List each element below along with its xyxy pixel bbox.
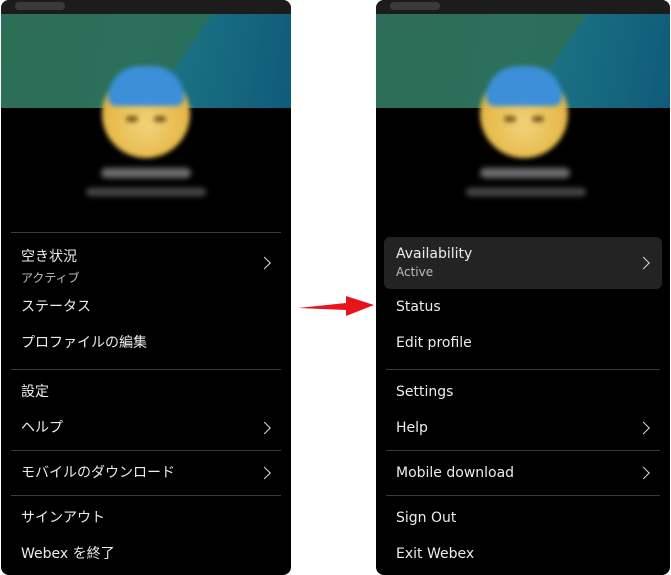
help-menu-item[interactable]: ヘルプ (9, 410, 283, 446)
menu-divider (386, 495, 660, 496)
settings-menu-item[interactable]: 設定 (9, 374, 283, 410)
avatar-eye (126, 116, 138, 122)
mobile-download-label: Mobile download (396, 465, 515, 481)
availability-status-value: Active (396, 265, 434, 279)
chevron-right-icon (258, 466, 271, 480)
edit-profile-menu-item[interactable]: Edit profile (384, 325, 662, 361)
red-arrow-icon (298, 296, 374, 316)
blurred-user-email (86, 188, 206, 196)
profile-menu-list: Availability Active Status Edit profile … (384, 232, 662, 572)
help-label: Help (396, 420, 428, 436)
settings-menu-item[interactable]: Settings (384, 374, 662, 410)
chevron-right-icon (637, 421, 650, 435)
exit-webex-menu-item[interactable]: Webex を終了 (9, 536, 283, 572)
window-top-strip (376, 0, 670, 14)
sign-out-menu-item[interactable]: サインアウト (9, 500, 283, 536)
tab-pill (390, 2, 440, 10)
profile-menu-japanese: 空き状況 アクティブ ステータス プロファイルの編集 設定 ヘルプ モバイルのダ… (1, 0, 291, 575)
settings-label: Settings (396, 384, 454, 400)
avatar[interactable] (480, 66, 568, 158)
edit-profile-menu-item[interactable]: プロファイルの編集 (9, 325, 283, 361)
avatar-eye (154, 116, 166, 122)
help-label: ヘルプ (21, 420, 63, 436)
menu-divider (11, 495, 281, 496)
settings-label: 設定 (21, 384, 49, 400)
blurred-user-email (466, 188, 586, 196)
avatar-eye (532, 116, 544, 122)
status-label: Status (396, 299, 441, 315)
profile-menu-list: 空き状況 アクティブ ステータス プロファイルの編集 設定 ヘルプ モバイルのダ… (9, 232, 283, 572)
availability-label: 空き状況 (21, 249, 77, 265)
help-menu-item[interactable]: Help (384, 410, 662, 446)
availability-menu-item[interactable]: Availability Active (384, 237, 662, 289)
avatar[interactable] (102, 66, 190, 158)
sign-out-label: サインアウト (21, 510, 105, 526)
status-menu-item[interactable]: Status (384, 289, 662, 325)
sign-out-menu-item[interactable]: Sign Out (384, 500, 662, 536)
profile-menu-english: Availability Active Status Edit profile … (376, 0, 670, 575)
mobile-download-label: モバイルのダウンロード (21, 465, 175, 481)
edit-profile-label: プロファイルの編集 (21, 335, 147, 351)
avatar-eye (504, 116, 516, 122)
blurred-user-name (101, 168, 191, 178)
edit-profile-label: Edit profile (396, 335, 472, 351)
exit-webex-menu-item[interactable]: Exit Webex (384, 536, 662, 572)
status-menu-item[interactable]: ステータス (9, 289, 283, 325)
menu-divider (11, 232, 281, 233)
menu-divider (386, 450, 660, 451)
availability-status-value: アクティブ (21, 271, 80, 285)
tab-pill (15, 2, 65, 10)
mobile-download-menu-item[interactable]: Mobile download (384, 455, 662, 491)
menu-divider (11, 450, 281, 451)
chevron-right-icon (637, 466, 650, 480)
exit-webex-label: Exit Webex (396, 546, 475, 562)
availability-menu-item[interactable]: 空き状況 アクティブ (9, 237, 283, 289)
mobile-download-menu-item[interactable]: モバイルのダウンロード (9, 455, 283, 491)
window-top-strip (1, 0, 291, 14)
status-label: ステータス (21, 299, 91, 315)
blurred-user-name (480, 168, 570, 178)
availability-label: Availability (396, 246, 473, 262)
exit-webex-label: Webex を終了 (21, 546, 115, 562)
chevron-right-icon (258, 421, 271, 435)
menu-divider (11, 369, 281, 370)
menu-divider (386, 369, 660, 370)
sign-out-label: Sign Out (396, 510, 457, 526)
